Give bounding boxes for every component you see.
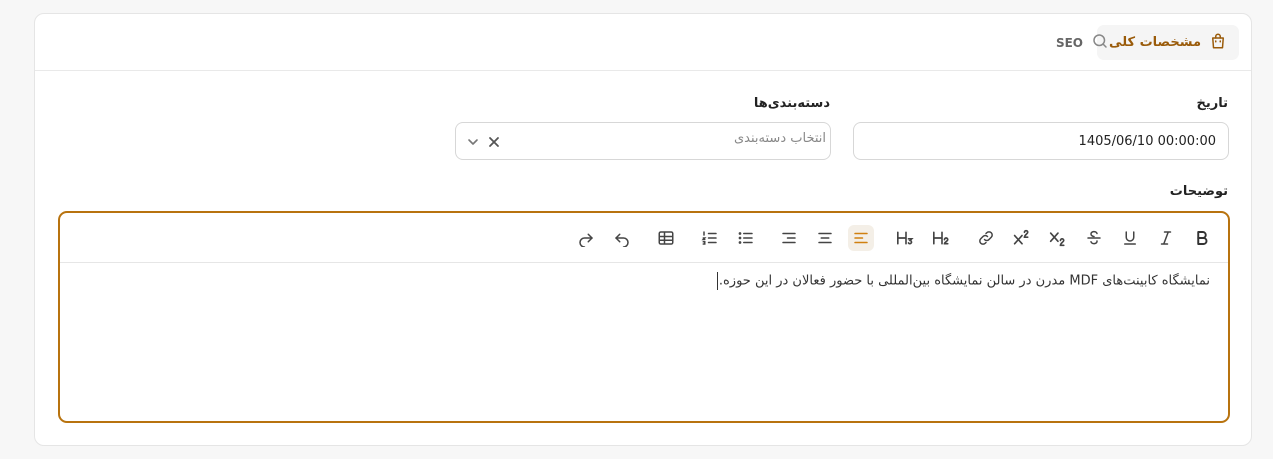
chevron-down-icon[interactable] [463,132,483,152]
align-center-icon[interactable] [812,225,838,251]
link-icon[interactable] [973,225,999,251]
categories-label: دسته‌بندی‌ها [753,96,830,111]
editor-content[interactable]: نمایشگاه کابینت‌های MDF مدرن در سالن نما… [80,272,1210,290]
description-text: نمایشگاه کابینت‌های MDF مدرن در سالن نما… [718,273,1210,289]
date-label: تاریخ [1196,96,1229,111]
editor-toolbar [60,213,1228,263]
italic-icon[interactable] [1153,225,1179,251]
tabs-bar: مشخصات کلی SEO [35,14,1251,71]
description-label: توضیحات [1169,184,1228,199]
redo-icon[interactable] [573,225,599,251]
tab-general[interactable]: مشخصات کلی [1097,25,1239,60]
align-left-icon[interactable] [776,225,802,251]
date-value: 1405/06/10 00:00:00 [1078,133,1216,149]
clear-icon[interactable] [484,132,504,152]
tab-seo[interactable]: SEO [1056,25,1109,60]
superscript-icon[interactable] [1009,225,1035,251]
bold-icon[interactable] [1189,225,1215,251]
underline-icon[interactable] [1117,225,1143,251]
post-form-card: مشخصات کلی SEO تاریخ دسته‌بندی‌ها 1405/0… [34,13,1252,446]
search-icon [1091,32,1109,53]
strikethrough-icon[interactable] [1081,225,1107,251]
undo-icon[interactable] [609,225,635,251]
date-field[interactable]: 1405/06/10 00:00:00 [853,122,1229,160]
tab-general-label: مشخصات کلی [1109,35,1201,50]
heading2-icon[interactable] [929,225,955,251]
rich-text-editor[interactable]: نمایشگاه کابینت‌های MDF مدرن در سالن نما… [58,211,1230,423]
heading3-icon[interactable] [893,225,919,251]
text-caret [716,272,718,290]
categories-select[interactable]: انتخاب دسته‌بندی [455,122,831,160]
subscript-icon[interactable] [1045,225,1071,251]
shopping-bag-icon [1209,32,1227,54]
table-icon[interactable] [653,225,679,251]
categories-placeholder: انتخاب دسته‌بندی [734,131,826,146]
bullet-list-icon[interactable] [733,225,759,251]
align-right-icon[interactable] [848,225,874,251]
tab-seo-label: SEO [1055,35,1083,50]
ordered-list-icon[interactable] [697,225,723,251]
